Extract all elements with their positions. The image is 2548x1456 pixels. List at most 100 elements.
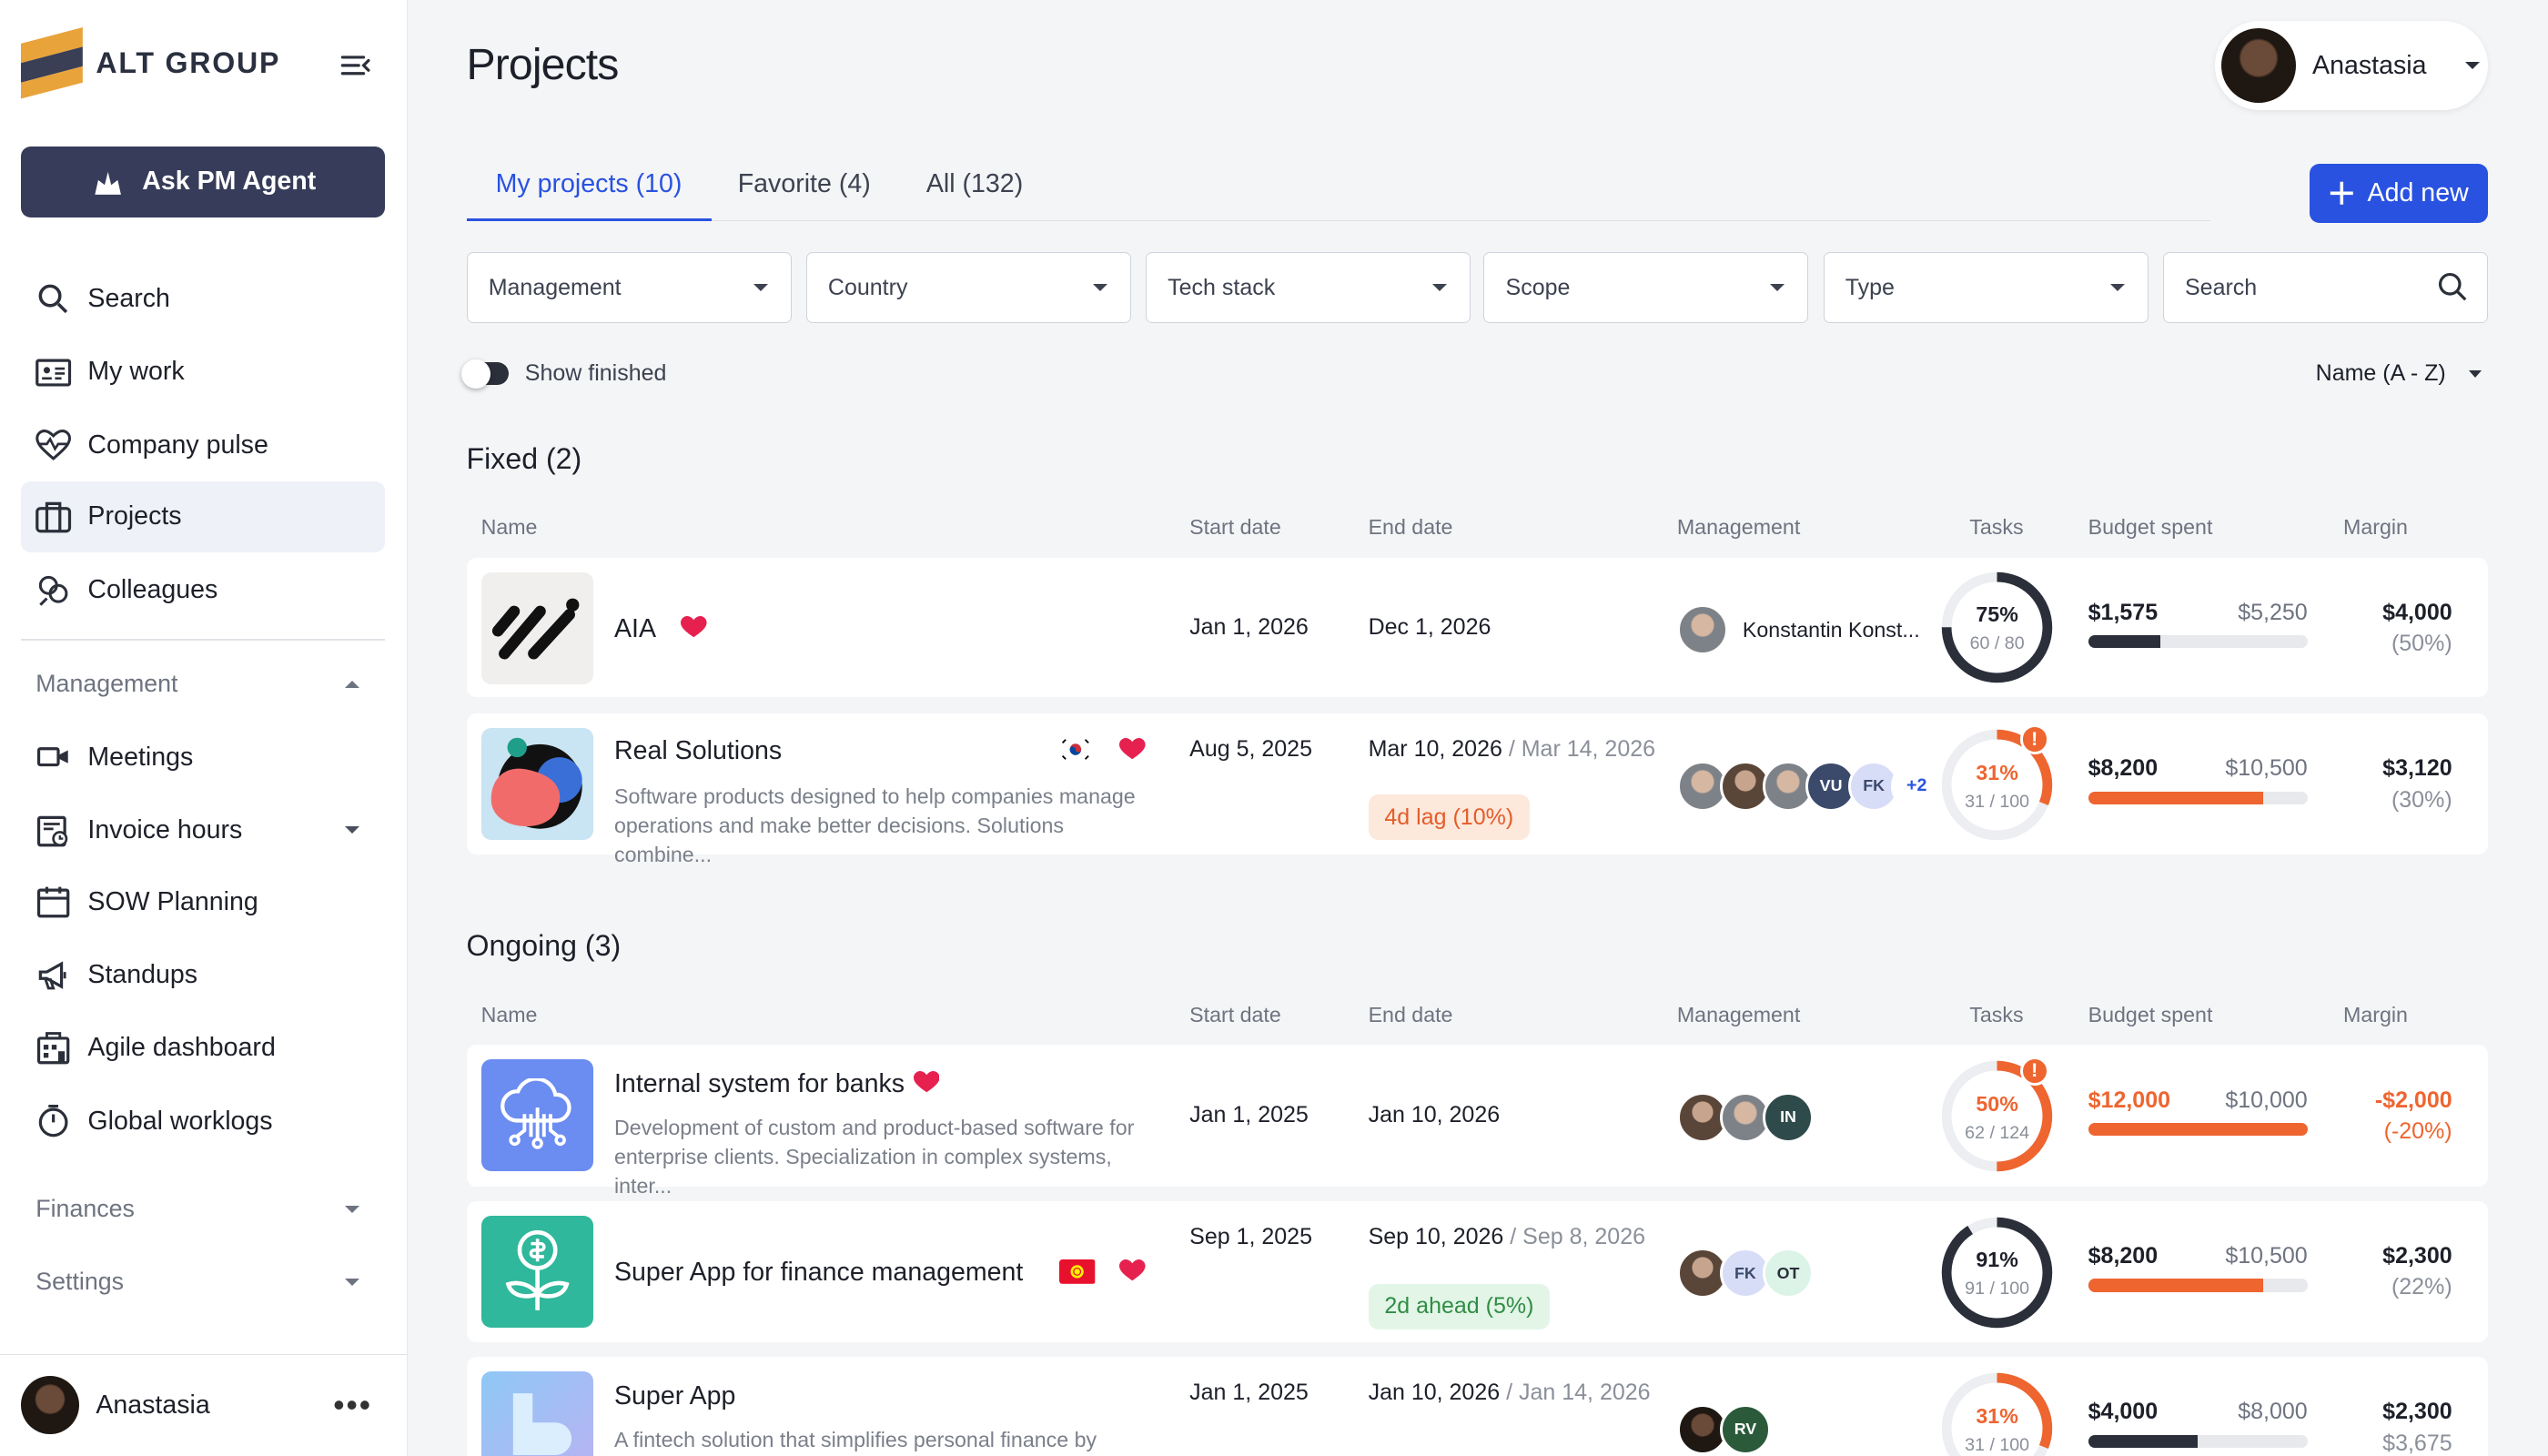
sidebar-section-management[interactable]: Management xyxy=(21,652,385,716)
start-date: Jan 1, 2025 xyxy=(1189,1101,1309,1127)
alert-icon[interactable]: ! xyxy=(2019,724,2049,754)
sort-label: Name (A - Z) xyxy=(2315,360,2446,387)
add-new-button[interactable]: Add new xyxy=(2309,164,2488,223)
end-date: Jan 10, 2026 / Jan 14, 2026 xyxy=(1369,1380,1651,1406)
project-logo xyxy=(480,1371,593,1456)
search-input[interactable]: Search xyxy=(2162,251,2488,324)
budget-spent-value: $12,000 xyxy=(2088,1087,2171,1113)
col-margin: Margin xyxy=(2343,1002,2408,1026)
alert-icon[interactable]: ! xyxy=(2019,1056,2049,1086)
heartbeat-icon xyxy=(35,429,72,460)
filter-country[interactable]: Country xyxy=(805,251,1131,324)
sidebar-section-finances[interactable]: Finances xyxy=(21,1177,385,1241)
sidebar-item-colleagues[interactable]: Colleagues xyxy=(21,554,385,626)
sidebar-item-label: My work xyxy=(87,357,185,387)
project-row[interactable]: AIA Jan 1, 2026 Dec 1, 2026 Konstantin K… xyxy=(466,557,2488,698)
end-date: Jan 10, 2026 xyxy=(1368,1101,1501,1127)
sidebar-item-company-pulse[interactable]: Company pulse xyxy=(21,410,385,481)
filter-label: Country xyxy=(827,274,908,300)
sidebar-item-meetings[interactable]: Meetings xyxy=(21,722,385,794)
favorite-heart-icon[interactable] xyxy=(913,1070,940,1094)
tab-my-projects[interactable]: My projects (10) xyxy=(466,169,712,221)
tab-favorite[interactable]: Favorite (4) xyxy=(709,169,900,221)
margin: $4,000 (50%) xyxy=(2382,600,2452,657)
collapse-menu-icon[interactable] xyxy=(338,49,373,82)
brand-name: ALT GROUP xyxy=(96,46,281,80)
budget-bar xyxy=(2088,791,2308,804)
chevron-down-icon xyxy=(1092,284,1107,293)
end-date: Sep 10, 2026 / Sep 8, 2026 xyxy=(1369,1224,1645,1250)
filter-management[interactable]: Management xyxy=(466,251,792,324)
toggle-switch[interactable] xyxy=(461,359,509,389)
alt-group-logo-icon xyxy=(21,27,84,99)
end-date-alt: / Sep 8, 2026 xyxy=(1510,1223,1645,1249)
more-members[interactable]: +2 xyxy=(1891,760,1943,812)
sidebar-section-settings[interactable]: Settings xyxy=(21,1249,385,1314)
sidebar-item-sow-planning[interactable]: SOW Planning xyxy=(21,866,385,938)
project-row[interactable]: Real Solutions Software products designe… xyxy=(466,713,2488,866)
margin: $2,300 $3,675 xyxy=(2382,1399,2452,1456)
start-date: Sep 1, 2025 xyxy=(1189,1223,1312,1249)
tasks-percent: 50% xyxy=(1976,1091,2018,1116)
budget-bar-fill xyxy=(2088,1434,2199,1449)
project-name[interactable]: Real Solutions xyxy=(614,736,782,766)
budget-spent-value: $4,000 xyxy=(2088,1399,2159,1425)
filter-label: Type xyxy=(1845,274,1895,300)
group-title-fixed: Fixed (2) xyxy=(466,441,582,475)
sidebar-item-projects[interactable]: Projects xyxy=(21,480,386,553)
filter-tech-stack[interactable]: Tech stack xyxy=(1145,251,1471,324)
section-label: Settings xyxy=(35,1268,124,1296)
project-logo xyxy=(480,727,593,841)
sidebar-item-search[interactable]: Search xyxy=(21,263,385,335)
end-date: Mar 10, 2026 / Mar 14, 2026 xyxy=(1369,736,1656,763)
show-finished-toggle[interactable]: Show finished xyxy=(461,359,666,389)
margin: $2,300 (22%) xyxy=(2382,1243,2452,1300)
project-description: Software products designed to help compa… xyxy=(614,784,1136,867)
user-menu[interactable]: Anastasia xyxy=(2214,21,2488,111)
margin: -$2,000 (-20%) xyxy=(2375,1087,2452,1145)
favorite-heart-icon[interactable] xyxy=(1119,1259,1146,1282)
col-start-date: Start date xyxy=(1189,515,1281,540)
project-name[interactable]: Internal system for banks xyxy=(614,1069,905,1099)
sidebar-item-standups[interactable]: Standups xyxy=(21,939,385,1011)
project-logo xyxy=(480,1215,593,1328)
project-row[interactable]: Internal system for banks Development of… xyxy=(466,1045,2488,1198)
sidebar-divider xyxy=(21,638,386,641)
chevron-down-icon xyxy=(1432,284,1448,293)
sidebar-item-label: Standups xyxy=(87,959,198,989)
filter-type[interactable]: Type xyxy=(1823,251,2149,324)
sidebar-user[interactable]: Anastasia ••• xyxy=(0,1353,409,1456)
sort-select[interactable]: Name (A - Z) xyxy=(2316,360,2482,387)
ask-pm-agent-button[interactable]: Ask PM Agent xyxy=(21,146,386,218)
avatar xyxy=(1676,604,1728,656)
favorite-heart-icon[interactable] xyxy=(681,615,707,639)
project-row[interactable]: Super App for finance management Sep 1, … xyxy=(466,1200,2488,1342)
section-label: Finances xyxy=(35,1195,135,1223)
project-name[interactable]: AIA xyxy=(614,614,656,644)
group-title-ongoing: Ongoing (3) xyxy=(466,929,622,963)
more-options-icon[interactable]: ••• xyxy=(333,1387,372,1424)
sidebar-item-agile-dashboard[interactable]: Agile dashboard xyxy=(21,1013,385,1085)
brand-logo[interactable]: ALT GROUP xyxy=(21,27,280,99)
sidebar-item-my-work[interactable]: My work xyxy=(21,337,385,409)
project-row[interactable]: Super App A fintech solution that simpli… xyxy=(466,1357,2488,1456)
margin-value: $3,120 xyxy=(2382,755,2452,782)
tasks-fraction: 91 / 100 xyxy=(1965,1279,2030,1299)
end-date-value: Mar 10, 2026 xyxy=(1368,735,1502,762)
budget-bar xyxy=(2088,1122,2308,1137)
end-date-alt: / Mar 14, 2026 xyxy=(1508,735,1656,762)
search-icon xyxy=(2438,273,2466,301)
project-name[interactable]: Super App for finance management xyxy=(614,1258,1023,1288)
project-name[interactable]: Super App xyxy=(614,1381,735,1411)
megaphone-icon xyxy=(39,961,66,990)
south-korea-flag-icon xyxy=(1059,737,1092,761)
tab-all[interactable]: All (132) xyxy=(897,169,1053,221)
sidebar-item-invoice-hours[interactable]: Invoice hours xyxy=(21,794,385,866)
favorite-heart-icon[interactable] xyxy=(1119,737,1146,761)
filter-scope[interactable]: Scope xyxy=(1483,251,1809,324)
cloud-network-icon xyxy=(500,1077,571,1149)
sidebar-item-global-worklogs[interactable]: Global worklogs xyxy=(21,1086,385,1158)
col-budget-spent: Budget spent xyxy=(2088,1002,2213,1026)
tasks-progress-ring: 31% 31 / 100 ! xyxy=(1940,724,2054,842)
sidebar-user-name: Anastasia xyxy=(96,1390,210,1420)
